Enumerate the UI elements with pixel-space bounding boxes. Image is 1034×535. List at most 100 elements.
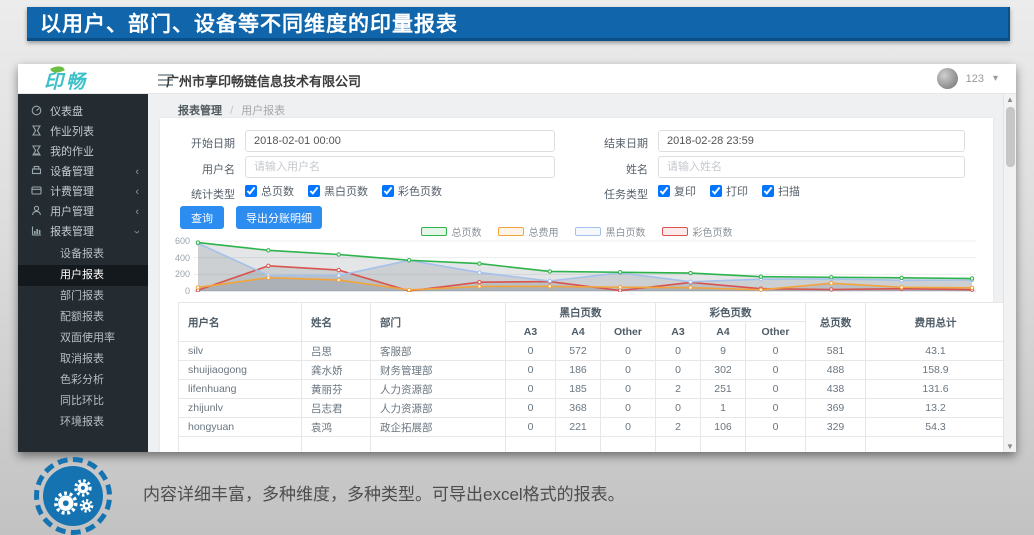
stat-type-label: 统计类型 — [160, 186, 235, 202]
cell-color-a3: 2 — [656, 380, 701, 399]
cell-color-other: 0 — [746, 361, 806, 380]
sidebar-item-device-mgmt[interactable]: 设备管理 ‹ — [18, 162, 148, 182]
gears-badge-icon — [34, 457, 112, 535]
cell-bw-a3: 0 — [506, 380, 556, 399]
avatar[interactable] — [937, 68, 958, 89]
cell-fee: 43.1 — [866, 342, 1006, 361]
checkbox-color-pages[interactable]: 彩色页数 — [382, 183, 442, 199]
checkbox[interactable] — [710, 185, 722, 197]
chevron-left-icon: ‹ — [135, 202, 139, 222]
user-report-chart: 0200400600 — [194, 240, 976, 292]
sidebar-item-user-mgmt[interactable]: 用户管理 ‹ — [18, 202, 148, 222]
col-group-bw: 黑白页数 — [506, 303, 656, 322]
scroll-up-icon[interactable]: ▲ — [1004, 95, 1016, 104]
cell-color-a3: 2 — [656, 418, 701, 437]
cell-user: lifenhuang — [179, 380, 302, 399]
cell-fee: 158.9 — [866, 361, 1006, 380]
legend-item[interactable]: 黑白页数 — [575, 224, 646, 239]
user-menu-label[interactable]: 123 — [966, 73, 984, 85]
dashboard-icon — [31, 103, 47, 123]
cell-bw-a3: 0 — [506, 418, 556, 437]
checkbox[interactable] — [658, 185, 670, 197]
checkbox[interactable] — [382, 185, 394, 197]
col-color-a4: A4 — [701, 322, 746, 342]
cell-bw-a4: 185 — [556, 380, 601, 399]
checkbox-bw-pages[interactable]: 黑白页数 — [308, 183, 368, 199]
col-color-a3: A3 — [656, 322, 701, 342]
col-total: 总页数 — [806, 303, 866, 342]
legend-label: 黑白页数 — [606, 224, 646, 239]
sidebar-subitem-4[interactable]: 双面使用率 — [18, 328, 148, 349]
sidebar-item-billing-mgmt[interactable]: 计费管理 ‹ — [18, 182, 148, 202]
slide-caption: 内容详细丰富，多种维度，多种类型。可导出excel格式的报表。 — [143, 480, 625, 505]
cell-dept: 人力资源部 — [371, 380, 506, 399]
legend-item[interactable]: 彩色页数 — [662, 224, 733, 239]
sidebar-item-label: 用户管理 — [50, 206, 94, 218]
username-label: 用户名 — [160, 161, 235, 177]
sidebar-subitem-2[interactable]: 部门报表 — [18, 286, 148, 307]
task-type-label: 任务类型 — [573, 186, 648, 202]
cell-bw-other: 0 — [601, 361, 656, 380]
cell-name: 吕志君 — [302, 399, 371, 418]
breadcrumb-page: 用户报表 — [241, 105, 285, 117]
sidebar-item-my-jobs[interactable]: 我的作业 — [18, 142, 148, 162]
checkbox-print[interactable]: 打印 — [710, 183, 748, 199]
col-color-other: Other — [746, 322, 806, 342]
sidebar-subitem-0[interactable]: 设备报表 — [18, 244, 148, 265]
sidebar-item-job-list[interactable]: 作业列表 — [18, 122, 148, 142]
scrollbar-thumb[interactable] — [1006, 107, 1015, 167]
legend-swatch — [498, 227, 524, 236]
report-icon — [31, 223, 47, 243]
col-dept: 部门 — [371, 303, 506, 342]
y-tick-label: 600 — [162, 236, 190, 246]
legend-item[interactable]: 总页数 — [421, 224, 482, 239]
cell-color-a3: 0 — [656, 342, 701, 361]
device-icon — [31, 163, 47, 183]
username-input[interactable] — [245, 156, 555, 178]
cell-dept: 财务管理部 — [371, 361, 506, 380]
sidebar-subitem-5[interactable]: 取消报表 — [18, 349, 148, 370]
sidebar-subitem-6[interactable]: 色彩分析 — [18, 370, 148, 391]
cell-color-a4: 251 — [701, 380, 746, 399]
checkbox[interactable] — [762, 185, 774, 197]
scrollbar[interactable]: ▲ ▼ — [1003, 94, 1016, 452]
cell-total: 488 — [806, 361, 866, 380]
checkbox[interactable] — [245, 185, 257, 197]
cell-fee: 54.3 — [866, 418, 1006, 437]
sidebar-subitem-1[interactable]: 用户报表 — [18, 265, 148, 286]
breadcrumb: 报表管理 / 用户报表 — [178, 102, 285, 118]
legend-item[interactable]: 总费用 — [498, 224, 559, 239]
legend-swatch — [421, 227, 447, 236]
checkbox[interactable] — [308, 185, 320, 197]
billing-icon — [31, 183, 47, 203]
cell-bw-other: 0 — [601, 342, 656, 361]
breadcrumb-section[interactable]: 报表管理 — [178, 105, 222, 117]
chevron-down-icon[interactable]: ▾ — [993, 73, 998, 84]
scroll-down-icon[interactable]: ▼ — [1004, 442, 1016, 451]
cell-color-other: 0 — [746, 418, 806, 437]
checkbox-total-pages[interactable]: 总页数 — [245, 183, 294, 199]
sidebar-item-report-mgmt[interactable]: 报表管理 ‹ — [18, 222, 148, 242]
sidebar-item-dashboard[interactable]: 仪表盘 — [18, 102, 148, 122]
checkbox-copy[interactable]: 复印 — [658, 183, 696, 199]
end-date-input[interactable] — [658, 130, 965, 152]
col-user: 用户名 — [179, 303, 302, 342]
cell-color-a4: 302 — [701, 361, 746, 380]
sidebar-subitem-3[interactable]: 配额报表 — [18, 307, 148, 328]
cell-fee: 13.2 — [866, 399, 1006, 418]
y-tick-label: 0 — [162, 286, 190, 296]
cell-dept: 客服部 — [371, 342, 506, 361]
col-name: 姓名 — [302, 303, 371, 342]
cell-bw-a4: 221 — [556, 418, 601, 437]
col-bw-a4: A4 — [556, 322, 601, 342]
sidebar-subitem-7[interactable]: 同比环比 — [18, 391, 148, 412]
cell-user: hongyuan — [179, 418, 302, 437]
sidebar-item-label: 报表管理 — [50, 226, 94, 238]
start-date-input[interactable] — [245, 130, 555, 152]
report-submenu: 设备报表用户报表部门报表配额报表双面使用率取消报表色彩分析同比环比环境报表 — [18, 244, 148, 433]
cell-total: 438 — [806, 380, 866, 399]
fullname-input[interactable] — [658, 156, 965, 178]
checkbox-scan[interactable]: 扫描 — [762, 183, 800, 199]
sidebar-subitem-8[interactable]: 环境报表 — [18, 412, 148, 433]
cell-color-a3: 0 — [656, 399, 701, 418]
